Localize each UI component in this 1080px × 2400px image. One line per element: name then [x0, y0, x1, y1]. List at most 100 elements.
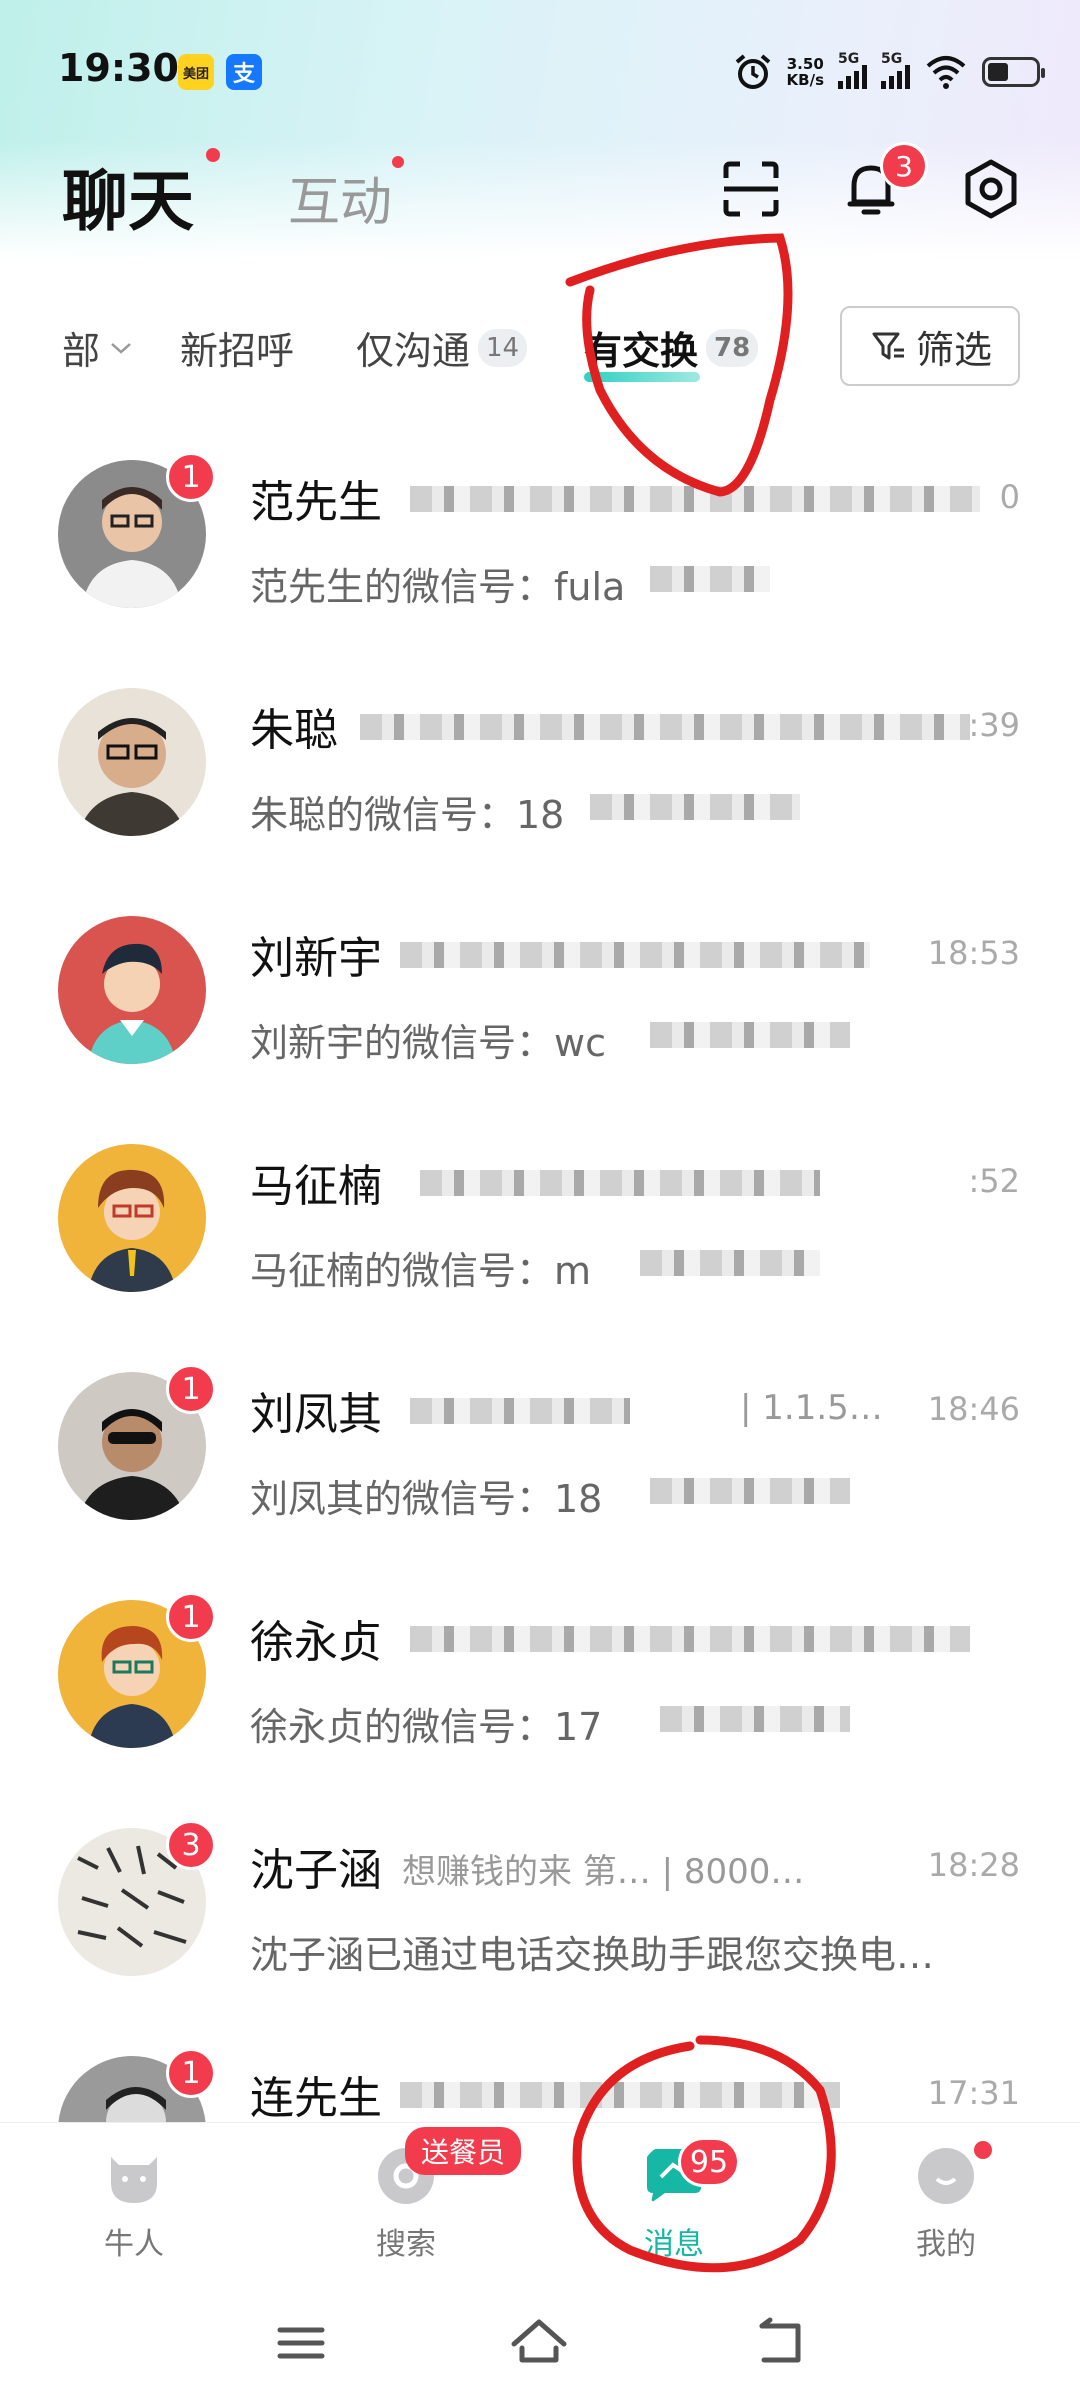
contact-name: 范先生 [250, 477, 382, 528]
home-icon[interactable] [504, 2308, 574, 2378]
redacted-text [650, 1022, 850, 1048]
alipay-app-icon: 支 [226, 54, 262, 90]
page-title: 聊天 [62, 163, 194, 240]
avatar [58, 916, 206, 1064]
chat-time: :39 [968, 706, 1021, 744]
chat-time: :52 [968, 1162, 1021, 1200]
filter-exchanged-count: 78 [706, 328, 759, 367]
tab-interact[interactable]: 互动 [288, 160, 392, 235]
active-tab-indicator [584, 372, 700, 382]
nav-profile-label: 我的 [916, 2227, 976, 2262]
contact-name: 连先生 [250, 2073, 382, 2124]
nav-messages-label: 消息 [644, 2227, 704, 2262]
chat-time: 18:46 [927, 1390, 1020, 1428]
filter-tabs: 部 新招呼 仅沟通 14 有交换 78 筛选 [0, 290, 1080, 410]
signal-icon-sim1: 5G [838, 51, 867, 89]
chat-time: 0 [999, 478, 1020, 516]
chat-item-6[interactable]: 1 徐永贞 徐永贞的微信号：17 [0, 1560, 1080, 1788]
messages-badge: 95 [678, 2137, 740, 2187]
redacted-text [650, 1478, 850, 1504]
redacted-text [420, 1170, 820, 1196]
meituan-app-icon: 美团 [178, 54, 214, 90]
title-unread-dot [206, 148, 220, 162]
redacted-text [650, 566, 770, 592]
filter-all-label: 部 [62, 329, 101, 373]
contact-extra-info: 想赚钱的来 第… | 8000… [402, 1852, 805, 1892]
notification-badge: 3 [880, 142, 928, 190]
cow-face-icon [111, 2157, 157, 2203]
network-speed: 3.50 KB/s [787, 56, 824, 88]
chat-item-4[interactable]: 马征楠 :52 马征楠的微信号：m [0, 1104, 1080, 1332]
contact-name: 沈子涵 [250, 1845, 382, 1896]
chat-list: 1 范先生 0 范先生的微信号：fula 朱聪 :39 朱聪的微信号：18 刘新… [0, 420, 1080, 2244]
filter-button[interactable]: 筛选 [840, 306, 1020, 386]
filter-button-label: 筛选 [915, 327, 992, 372]
redacted-text [400, 942, 870, 968]
contact-name: 刘凤其 [250, 1389, 382, 1440]
last-message: 徐永贞的微信号：17 [250, 1705, 603, 1749]
redacted-text [410, 1626, 970, 1652]
contact-extra-info: | 1.1.5… [740, 1388, 883, 1428]
contact-name: 马征楠 [250, 1161, 382, 1212]
filter-chat-only-label: 仅沟通 [356, 329, 471, 373]
chat-time: 18:28 [927, 1846, 1020, 1884]
settings-gear-icon[interactable] [956, 154, 1026, 224]
chat-item-1[interactable]: 1 范先生 0 范先生的微信号：fula [0, 420, 1080, 648]
nav-search-label: 搜索 [376, 2227, 436, 2262]
nav-talent[interactable]: 牛人 [54, 2143, 214, 2263]
redacted-text [360, 714, 970, 740]
network-speed-unit: KB/s [786, 71, 824, 89]
bottom-navigation: 牛人 搜索 送餐员 消息 95 我的 [0, 2122, 1080, 2286]
unread-badge: 1 [166, 1364, 216, 1414]
chat-time: 18:53 [927, 934, 1020, 972]
redacted-text [400, 2082, 840, 2108]
last-message: 沈子涵已通过电话交换助手跟您交换电… [250, 1933, 935, 1977]
filter-chat-only-count: 14 [478, 328, 528, 367]
redacted-text [660, 1706, 850, 1732]
chat-item-2[interactable]: 朱聪 :39 朱聪的微信号：18 [0, 648, 1080, 876]
wifi-icon [926, 56, 966, 89]
last-message: 刘凤其的微信号：18 [250, 1477, 603, 1521]
system-navigation-bar [0, 2286, 1080, 2400]
smiley-face-icon [918, 2148, 974, 2204]
menu-icon[interactable] [266, 2308, 336, 2378]
filter-exchanged-label: 有交换 [584, 329, 699, 373]
redacted-text [410, 1398, 630, 1424]
chat-time: 17:31 [927, 2074, 1020, 2112]
sim1-network-label: 5G [838, 51, 860, 67]
avatar [58, 688, 206, 836]
page-header: 聊天 互动 3 [0, 130, 1080, 250]
filter-chat-only[interactable]: 仅沟通 14 [356, 320, 528, 375]
network-speed-value: 3.50 [786, 55, 824, 73]
filter-new-greeting[interactable]: 新招呼 [180, 320, 294, 375]
funnel-icon [872, 332, 904, 360]
unread-badge: 1 [166, 2048, 216, 2098]
filter-exchanged[interactable]: 有交换 78 [584, 320, 759, 375]
unread-badge: 3 [166, 1820, 216, 1870]
scan-icon[interactable] [716, 154, 786, 224]
chat-item-5[interactable]: 1 刘凤其 | 1.1.5… 18:46 刘凤其的微信号：18 [0, 1332, 1080, 1560]
nav-profile[interactable]: 我的 [866, 2143, 1026, 2263]
sim2-network-label: 5G [881, 51, 903, 67]
contact-name: 朱聪 [250, 705, 338, 756]
avatar [58, 1144, 206, 1292]
redacted-text [410, 486, 980, 512]
last-message: 马征楠的微信号：m [250, 1249, 592, 1293]
status-indicators: 3.50 KB/s 5G 5G [733, 50, 1045, 94]
chevron-down-icon [111, 342, 131, 354]
status-time: 19:30 [58, 46, 179, 90]
signal-icon-sim2: 5G [881, 51, 910, 89]
last-message: 刘新宇的微信号：wc [250, 1021, 606, 1065]
unread-badge: 1 [166, 1592, 216, 1642]
status-bar: 19:30 美团 支 3.50 KB/s 5G 5G [0, 40, 1080, 104]
battery-icon [982, 57, 1045, 87]
interact-unread-dot [392, 156, 404, 168]
promo-badge: 送餐员 [405, 2127, 522, 2175]
chat-item-7[interactable]: 3 沈子涵 想赚钱的来 第… | 8000… 18:28 沈子涵已通过电话交换助… [0, 1788, 1080, 2016]
back-icon[interactable] [744, 2308, 814, 2378]
alarm-icon [735, 54, 770, 89]
profile-notification-dot [974, 2141, 992, 2159]
chat-item-3[interactable]: 刘新宇 18:53 刘新宇的微信号：wc [0, 876, 1080, 1104]
contact-name: 徐永贞 [250, 1617, 382, 1668]
filter-all[interactable]: 部 [62, 320, 134, 375]
